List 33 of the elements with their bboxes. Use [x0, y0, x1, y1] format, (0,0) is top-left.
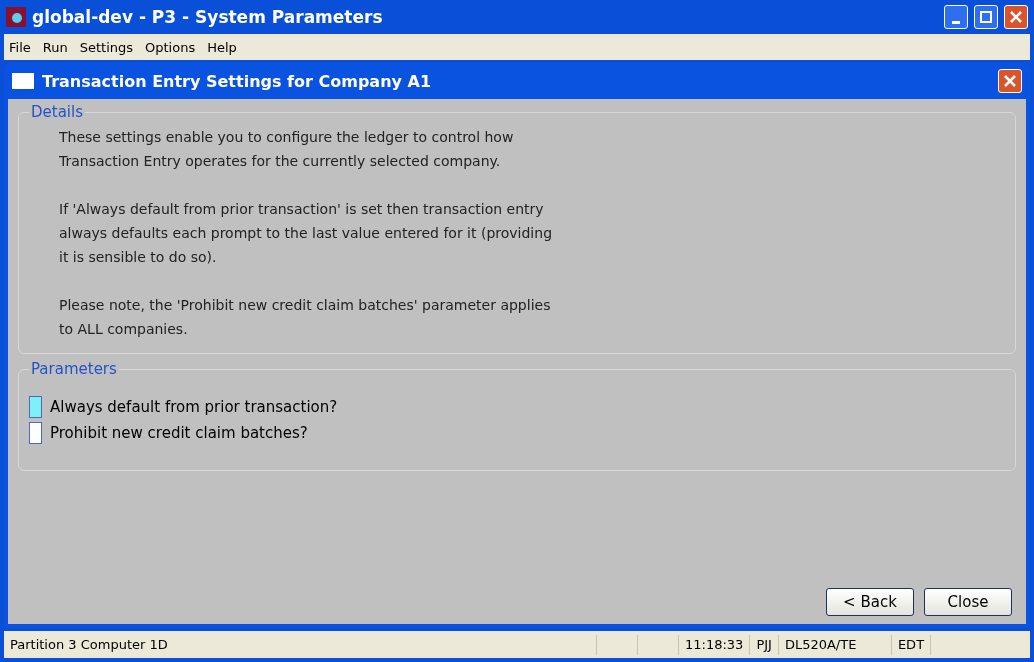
maximize-button[interactable] [974, 5, 998, 29]
checkbox[interactable] [29, 396, 42, 418]
close-button[interactable] [998, 69, 1022, 93]
close-button[interactable] [1004, 5, 1028, 29]
window-title: global-dev - P3 - System Parameters [32, 7, 384, 27]
status-text: Partition 3 Computer 1D [4, 634, 597, 655]
minimize-button[interactable] [944, 5, 968, 29]
description-text: Please note, the 'Prohibit new credit claim batches' parameter applies to ALL companies. [59, 296, 552, 339]
description-text: If 'Always default from prior transaction' is set then transaction entry always defaults each prompt to the last value entered for it (providing it is sensible to do so). [59, 200, 554, 267]
menu-item[interactable]: Settings [74, 39, 139, 55]
checkbox-label: Always default from prior transaction? [50, 398, 338, 416]
status-text: EDT [891, 634, 932, 655]
group-label: Parameters [30, 360, 118, 378]
checkbox[interactable] [29, 422, 42, 444]
checkbox-label: Prohibit new credit claim batches? [50, 424, 308, 442]
group-label: Details [30, 103, 84, 121]
menu-item[interactable]: File [4, 39, 36, 55]
back-button[interactable]: < Back [826, 588, 914, 616]
close-button[interactable]: Close [924, 588, 1012, 616]
menu-item[interactable]: Run [37, 39, 73, 55]
status-text: 11:18:33 [679, 634, 751, 655]
close-icon [1004, 75, 1016, 87]
status-text: PJJ [750, 634, 779, 655]
minimize-icon [952, 20, 960, 24]
app-icon [6, 7, 26, 27]
dialog-title: Transaction Entry Settings for Company A1 [42, 71, 433, 91]
status-text: DL520A/TE [778, 634, 892, 655]
description-text: These settings enable you to configure the ledger to control how Transaction Entry operates for the currently selected company. [59, 128, 515, 171]
maximize-icon [980, 11, 992, 23]
menu-item[interactable]: Help [202, 39, 242, 55]
close-icon [1010, 11, 1022, 23]
menu-item[interactable]: Options [140, 39, 201, 55]
window-icon [12, 73, 34, 89]
